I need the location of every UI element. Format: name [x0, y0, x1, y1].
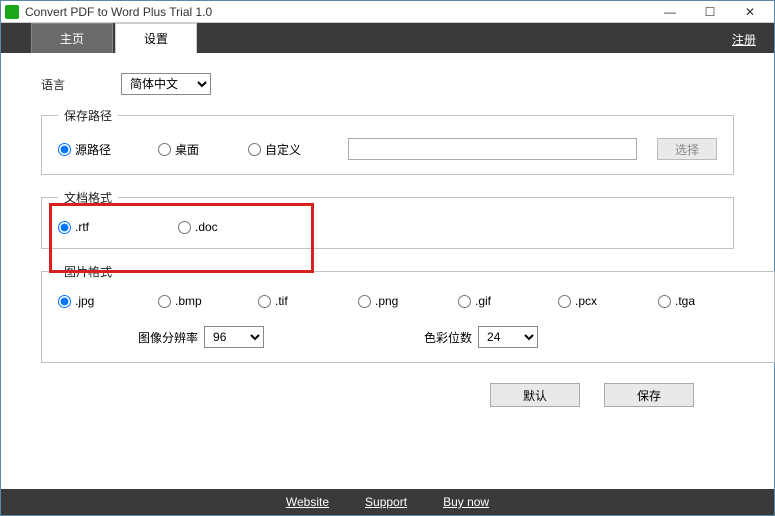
website-link[interactable]: Website — [286, 495, 329, 509]
radio-custom[interactable]: 自定义 — [248, 141, 328, 158]
radio-custom-input[interactable] — [248, 143, 261, 156]
radio-pcx[interactable]: .pcx — [558, 294, 658, 308]
radio-rtf-input[interactable] — [58, 221, 71, 234]
window-controls: — ☐ ✕ — [650, 1, 770, 23]
register-link[interactable]: 注册 — [732, 31, 756, 48]
radio-bmp-input[interactable] — [158, 295, 171, 308]
titlebar: Convert PDF to Word Plus Trial 1.0 — ☐ ✕ — [1, 1, 774, 23]
radio-rtf[interactable]: .rtf — [58, 220, 168, 234]
radio-source-path[interactable]: 源路径 — [58, 141, 148, 158]
doc-format-legend: 文档格式 — [58, 189, 118, 206]
close-button[interactable]: ✕ — [730, 1, 770, 23]
radio-gif[interactable]: .gif — [458, 294, 558, 308]
maximize-button[interactable]: ☐ — [690, 1, 730, 23]
app-window: Convert PDF to Word Plus Trial 1.0 — ☐ ✕… — [0, 0, 775, 516]
save-path-legend: 保存路径 — [58, 107, 118, 124]
tab-settings[interactable]: 设置 — [115, 23, 197, 53]
language-row: 语言 简体中文 — [41, 73, 734, 95]
resolution-select[interactable]: 96 — [204, 326, 264, 348]
radio-tif-input[interactable] — [258, 295, 271, 308]
doc-format-fieldset: 文档格式 .rtf .doc — [41, 189, 734, 249]
radio-doc[interactable]: .doc — [178, 220, 218, 234]
default-button[interactable]: 默认 — [490, 383, 580, 407]
tab-home[interactable]: 主页 — [31, 23, 113, 53]
save-button[interactable]: 保存 — [604, 383, 694, 407]
img-format-legend: 图片格式 — [58, 263, 118, 280]
buy-link[interactable]: Buy now — [443, 495, 489, 509]
radio-source-path-input[interactable] — [58, 143, 71, 156]
bottom-bar: Website Support Buy now — [1, 489, 774, 515]
radio-jpg[interactable]: .jpg — [58, 294, 158, 308]
color-depth-label: 色彩位数 — [424, 329, 472, 346]
minimize-button[interactable]: — — [650, 1, 690, 23]
radio-jpg-input[interactable] — [58, 295, 71, 308]
language-label: 语言 — [41, 76, 121, 93]
support-link[interactable]: Support — [365, 495, 407, 509]
custom-path-input[interactable] — [348, 138, 637, 160]
radio-tga[interactable]: .tga — [658, 294, 758, 308]
radio-tif[interactable]: .tif — [258, 294, 358, 308]
tabbar: 主页 设置 注册 — [1, 23, 774, 53]
save-path-fieldset: 保存路径 源路径 桌面 自定义 选择 — [41, 107, 734, 175]
radio-pcx-input[interactable] — [558, 295, 571, 308]
radio-gif-input[interactable] — [458, 295, 471, 308]
radio-doc-input[interactable] — [178, 221, 191, 234]
radio-bmp[interactable]: .bmp — [158, 294, 258, 308]
language-select[interactable]: 简体中文 — [121, 73, 211, 95]
settings-panel: 语言 简体中文 保存路径 源路径 桌面 自定义 — [1, 53, 774, 427]
action-buttons: 默认 保存 — [41, 377, 734, 407]
radio-tga-input[interactable] — [658, 295, 671, 308]
radio-png[interactable]: .png — [358, 294, 458, 308]
radio-desktop-input[interactable] — [158, 143, 171, 156]
radio-png-input[interactable] — [358, 295, 371, 308]
browse-button[interactable]: 选择 — [657, 138, 717, 160]
img-format-fieldset: 图片格式 .jpg .bmp .tif .png — [41, 263, 775, 363]
window-title: Convert PDF to Word Plus Trial 1.0 — [25, 5, 650, 19]
radio-desktop[interactable]: 桌面 — [158, 141, 238, 158]
resolution-label: 图像分辨率 — [138, 329, 198, 346]
color-depth-select[interactable]: 24 — [478, 326, 538, 348]
app-icon — [5, 5, 19, 19]
